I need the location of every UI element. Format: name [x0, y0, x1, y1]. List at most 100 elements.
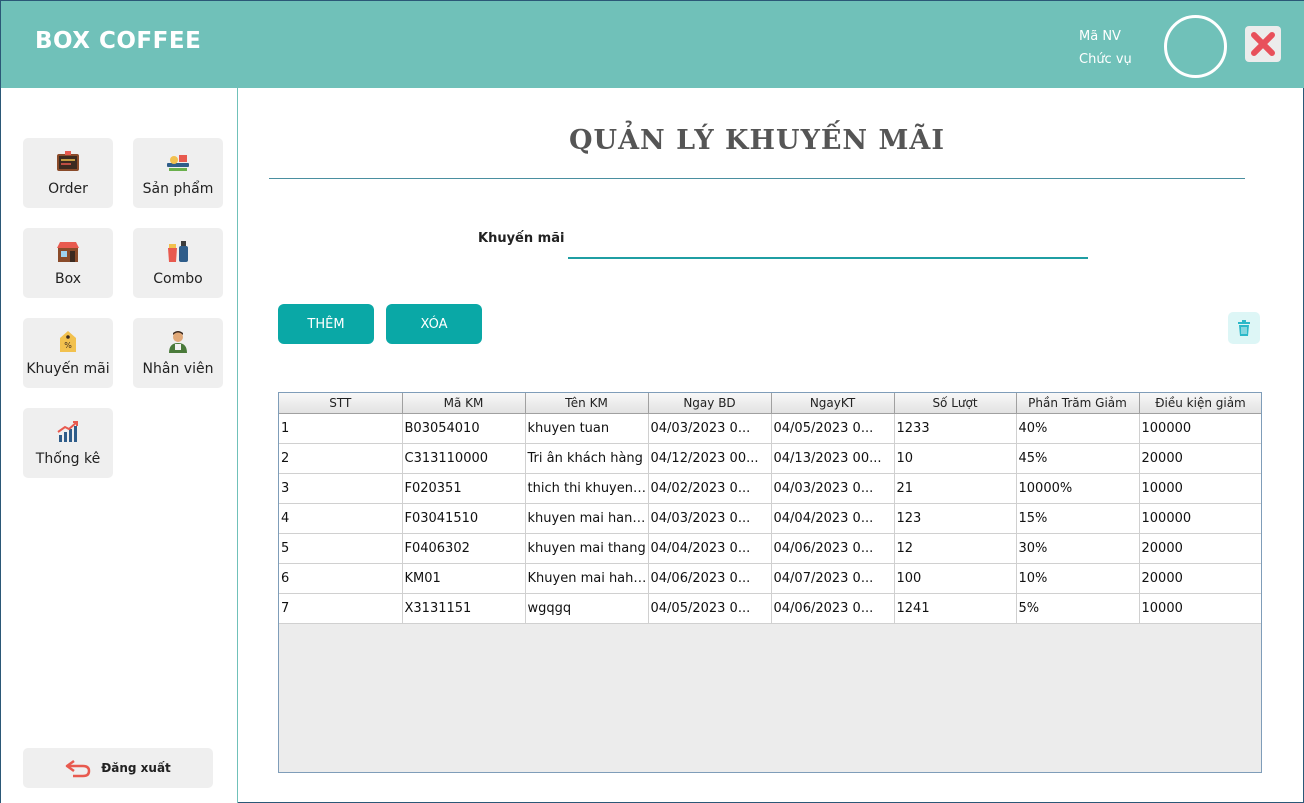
table-cell[interactable]: C313110000: [402, 443, 526, 474]
table-row[interactable]: 1 B03054010 khuyen tuan 04/03/2023 0... 04/0…: [279, 413, 1261, 444]
table-cell[interactable]: 04/03/2023 0...: [648, 503, 772, 534]
table-cell[interactable]: wgqgq: [525, 593, 649, 624]
table-cell[interactable]: F020351: [402, 473, 526, 504]
sidebar-item-label: Khuyến mãi: [26, 361, 110, 377]
sidebar-item-statistics[interactable]: Thống kê: [23, 408, 113, 478]
promotions-table-container[interactable]: STT Mã KM Tên KM Ngay BD NgayKT Số Lượt …: [278, 392, 1262, 773]
table-cell[interactable]: 12: [894, 533, 1017, 564]
table-cell[interactable]: 10: [894, 443, 1017, 474]
sidebar-item-products[interactable]: Sản phẩm: [133, 138, 223, 208]
table-cell[interactable]: 7: [279, 593, 403, 624]
table-cell[interactable]: 15%: [1016, 503, 1140, 534]
table-cell[interactable]: 04/13/2023 00...: [771, 443, 895, 474]
table-cell[interactable]: 1: [279, 413, 403, 444]
table-cell[interactable]: 1241: [894, 593, 1017, 624]
table-cell[interactable]: 6: [279, 563, 403, 594]
table-body: 1 B03054010 khuyen tuan 04/03/2023 0... 04/0…: [279, 413, 1261, 624]
trash-button[interactable]: [1228, 312, 1260, 344]
table-cell[interactable]: 10000%: [1016, 473, 1140, 504]
table-cell[interactable]: 21: [894, 473, 1017, 504]
column-header[interactable]: NgayKT: [771, 393, 895, 414]
sidebar-item-combo[interactable]: Combo: [133, 228, 223, 298]
table-cell[interactable]: 04/06/2023 0...: [771, 533, 895, 564]
add-button[interactable]: THÊM: [278, 304, 374, 344]
table-cell[interactable]: 04/05/2023 0...: [648, 593, 772, 624]
table-cell[interactable]: 1233: [894, 413, 1017, 444]
column-header[interactable]: Phần Trăm Giảm: [1016, 393, 1140, 414]
table-row[interactable]: 2 C313110000 Tri ân khách hàng 04/12/2023 0…: [279, 443, 1261, 474]
sidebar-item-label: Order: [48, 181, 88, 197]
sidebar-item-employees[interactable]: Nhân viên: [133, 318, 223, 388]
user-info: Mã NV Chức vụ: [1079, 25, 1132, 71]
page-title: QUẢN LÝ KHUYẾN MÃI: [569, 125, 945, 156]
table-cell[interactable]: 2: [279, 443, 403, 474]
table-cell[interactable]: 10%: [1016, 563, 1140, 594]
table-cell[interactable]: F0406302: [402, 533, 526, 564]
close-button[interactable]: [1245, 26, 1281, 62]
table-cell[interactable]: 04/04/2023 0...: [771, 503, 895, 534]
column-header[interactable]: Mã KM: [402, 393, 526, 414]
employee-icon: [165, 330, 191, 354]
column-header[interactable]: Ngay BD: [648, 393, 772, 414]
logout-button[interactable]: Đăng xuất: [23, 748, 213, 788]
table-row[interactable]: 7 X3131151 wgqgq 04/05/2023 0... 04/06/2023 …: [279, 593, 1261, 624]
sidebar-item-label: Thống kê: [35, 451, 101, 467]
table-cell[interactable]: 04/06/2023 0...: [648, 563, 772, 594]
table-cell[interactable]: KM01: [402, 563, 526, 594]
table-cell[interactable]: Khuyen mai haha...: [525, 563, 649, 594]
table-cell[interactable]: 20000: [1139, 443, 1261, 474]
table-cell[interactable]: 10000: [1139, 593, 1261, 624]
promotion-input[interactable]: [568, 229, 1088, 259]
column-header[interactable]: Điều kiện giảm: [1139, 393, 1261, 414]
table-cell[interactable]: 04/02/2023 0...: [648, 473, 772, 504]
table-cell[interactable]: F03041510: [402, 503, 526, 534]
column-header[interactable]: Số Lượt: [894, 393, 1017, 414]
table-cell[interactable]: 45%: [1016, 443, 1140, 474]
table-row[interactable]: 6 KM01 Khuyen mai haha... 04/06/2023 0... 04…: [279, 563, 1261, 594]
table-row[interactable]: 4 F03041510 khuyen mai hang... 04/03/2023 0…: [279, 503, 1261, 534]
table-cell[interactable]: 04/12/2023 00...: [648, 443, 772, 474]
table-cell[interactable]: X3131151: [402, 593, 526, 624]
table-cell[interactable]: 5: [279, 533, 403, 564]
table-cell[interactable]: khuyen mai thang: [525, 533, 649, 564]
table-cell[interactable]: 04/05/2023 0...: [771, 413, 895, 444]
sidebar-item-order[interactable]: Order: [23, 138, 113, 208]
table-cell[interactable]: khuyen mai hang...: [525, 503, 649, 534]
table-cell[interactable]: 04/04/2023 0...: [648, 533, 772, 564]
table-cell[interactable]: 04/03/2023 0...: [771, 473, 895, 504]
sidebar-item-box[interactable]: Box: [23, 228, 113, 298]
avatar[interactable]: [1164, 15, 1227, 78]
logout-label: Đăng xuất: [101, 761, 171, 775]
table-cell[interactable]: 20000: [1139, 563, 1261, 594]
table-cell[interactable]: 40%: [1016, 413, 1140, 444]
table-cell[interactable]: thich thi khuyen ...: [525, 473, 649, 504]
table-cell[interactable]: 100000: [1139, 503, 1261, 534]
delete-button[interactable]: XÓA: [386, 304, 482, 344]
table-cell[interactable]: 20000: [1139, 533, 1261, 564]
table-cell[interactable]: 100: [894, 563, 1017, 594]
table-row[interactable]: 3 F020351 thich thi khuyen ... 04/02/2023 0…: [279, 473, 1261, 504]
table-cell[interactable]: 100000: [1139, 413, 1261, 444]
sidebar-item-promotions[interactable]: % Khuyến mãi: [23, 318, 113, 388]
column-header[interactable]: Tên KM: [525, 393, 649, 414]
shop-icon: [55, 240, 81, 264]
table-cell[interactable]: 04/03/2023 0...: [648, 413, 772, 444]
table-row[interactable]: 5 F0406302 khuyen mai thang 04/04/2023 0...…: [279, 533, 1261, 564]
app-window: BOX COFFEE Mã NV Chức vụ Order Sản phẩm: [0, 0, 1304, 803]
table-cell[interactable]: 04/06/2023 0...: [771, 593, 895, 624]
employee-id-label: Mã NV: [1079, 29, 1121, 44]
column-header[interactable]: STT: [279, 393, 403, 414]
table-cell[interactable]: 04/07/2023 0...: [771, 563, 895, 594]
table-cell[interactable]: khuyen tuan: [525, 413, 649, 444]
table-cell[interactable]: 30%: [1016, 533, 1140, 564]
combo-icon: [165, 240, 191, 264]
sidebar-item-label: Sản phẩm: [142, 181, 214, 197]
table-cell[interactable]: 123: [894, 503, 1017, 534]
table-cell[interactable]: 4: [279, 503, 403, 534]
table-cell[interactable]: B03054010: [402, 413, 526, 444]
table-cell[interactable]: 3: [279, 473, 403, 504]
table-cell[interactable]: Tri ân khách hàng: [525, 443, 649, 474]
table-cell[interactable]: 5%: [1016, 593, 1140, 624]
sidebar-item-label: Box: [54, 271, 82, 287]
table-cell[interactable]: 10000: [1139, 473, 1261, 504]
